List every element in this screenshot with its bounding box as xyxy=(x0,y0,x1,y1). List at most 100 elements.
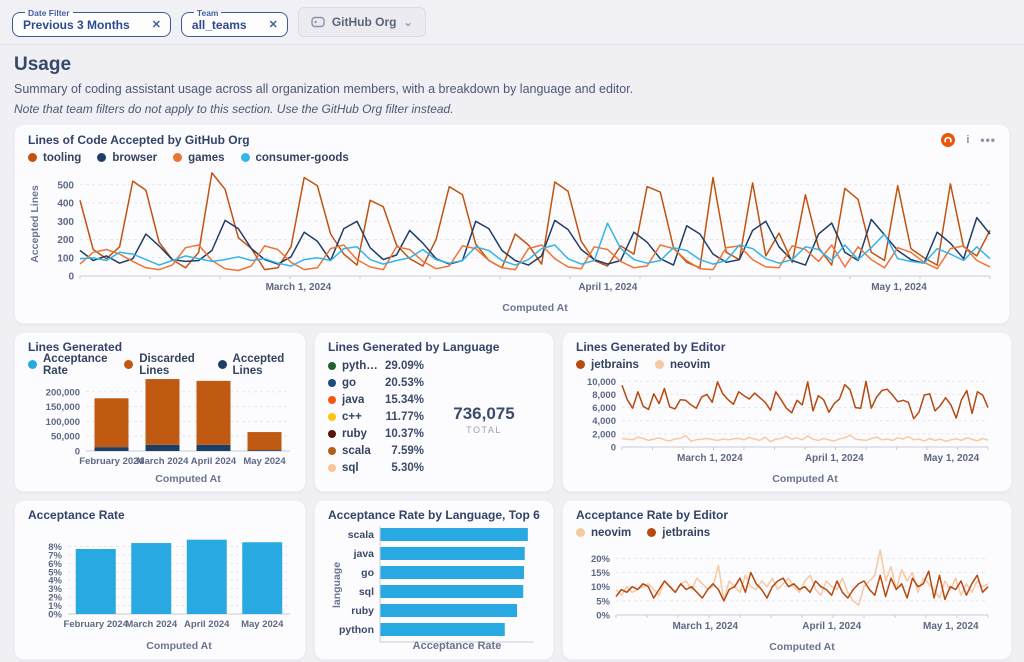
chart-title: Lines Generated by Editor xyxy=(576,341,725,354)
legend-item-browser[interactable]: browser xyxy=(97,152,157,164)
legend-dot-icon xyxy=(328,413,336,421)
legend-item-java[interactable]: java 15.34% xyxy=(328,392,424,409)
team-filter-value[interactable]: all_teams xyxy=(192,18,247,32)
bar-segment-Discarded Lines[interactable] xyxy=(146,379,180,445)
legend-label: java xyxy=(342,394,364,406)
bar-segment-Acceptance Rate[interactable] xyxy=(76,549,116,614)
bar-segment-Accepted Lines[interactable] xyxy=(95,447,129,451)
org-line-chart[interactable]: 0100200300400500Computed AtAccepted Line… xyxy=(28,164,998,314)
card-acceptance-rate: Acceptance Rate 0%1%2%3%4%5%6%7%8%Comput… xyxy=(14,500,306,660)
language-donut-chart[interactable]: 736,075TOTAL xyxy=(424,357,544,477)
bar-segment-Discarded Lines[interactable] xyxy=(248,432,282,450)
category-label: python xyxy=(339,624,374,636)
bar-sql[interactable] xyxy=(380,585,523,598)
series-line-browser[interactable] xyxy=(80,218,990,266)
legend-label: tooling xyxy=(43,152,81,164)
legend-item-go[interactable]: go20.53% xyxy=(328,375,424,392)
category-label: sql xyxy=(359,586,374,598)
legend-item-cpp[interactable]: c++11.77% xyxy=(328,409,424,426)
x-tick-label: April 1, 2024 xyxy=(805,453,864,464)
y-tick-label: 50,000 xyxy=(51,432,80,443)
x-tick-label: May 1, 2024 xyxy=(923,621,979,632)
legend-value: 10.37% xyxy=(385,428,424,440)
date-filter-value[interactable]: Previous 3 Months xyxy=(23,18,130,32)
legend-item-neovim[interactable]: neovim xyxy=(655,359,710,371)
legend-dot-icon xyxy=(241,153,250,162)
bar-segment-Acceptance Rate[interactable] xyxy=(242,542,282,614)
legend-item-ruby[interactable]: ruby10.37% xyxy=(328,426,424,443)
y-tick-label: 10,000 xyxy=(587,377,616,388)
legend-item-python[interactable]: python29.09% xyxy=(328,358,424,375)
category-label: java xyxy=(353,548,375,560)
legend-item-jetbrains[interactable]: jetbrains xyxy=(576,359,639,371)
bar-segment-Accepted Lines[interactable] xyxy=(248,450,282,451)
series-line-neovim[interactable] xyxy=(622,435,988,442)
info-icon[interactable]: i xyxy=(966,134,969,146)
bar-segment-Discarded Lines[interactable] xyxy=(197,381,231,445)
bar-segment-Acceptance Rate[interactable] xyxy=(131,543,171,614)
y-tick-label: 10% xyxy=(591,582,611,593)
chart-title: Acceptance Rate xyxy=(28,509,125,522)
x-tick-label: March 2024 xyxy=(125,619,177,630)
category-label: scala xyxy=(348,529,374,541)
legend-item-tooling[interactable]: tooling xyxy=(28,152,81,164)
bar-ruby[interactable] xyxy=(380,604,517,617)
bar-go[interactable] xyxy=(380,566,524,579)
chart-legend: tooling browser games consumer-goods xyxy=(28,151,996,164)
alert-indicator-icon xyxy=(941,133,955,147)
x-axis-title: Computed At xyxy=(155,473,221,485)
legend-dot-icon xyxy=(97,153,106,162)
ellipsis-menu-icon[interactable]: ••• xyxy=(980,133,996,147)
legend-label: neovim xyxy=(591,527,631,539)
legend-dot-icon xyxy=(647,528,656,537)
series-line-consumer-goods[interactable] xyxy=(80,223,990,266)
github-org-filter-button[interactable]: GitHub Org ⌄ xyxy=(298,7,426,37)
date-filter-clear-icon[interactable]: ✕ xyxy=(152,18,161,31)
bar-segment-Accepted Lines[interactable] xyxy=(197,445,231,451)
team-filter-label: Team xyxy=(194,8,222,18)
bar-segment-Discarded Lines[interactable] xyxy=(95,398,129,447)
bar-segment-Accepted Lines[interactable] xyxy=(146,445,180,451)
ar-editor-line-chart[interactable]: 0%5%10%15%20%Computed AtMarch 1, 2024Apr… xyxy=(576,539,998,653)
legend-item-sql[interactable]: sql5.30% xyxy=(328,460,424,477)
legend-dot-icon xyxy=(576,528,585,537)
team-filter-clear-icon[interactable]: ✕ xyxy=(269,18,278,31)
y-tick-label: 2,000 xyxy=(592,429,616,440)
x-tick-label: May 1, 2024 xyxy=(924,453,980,464)
legend-value: 5.30% xyxy=(391,462,424,474)
bar-segment-Acceptance Rate[interactable] xyxy=(187,540,227,614)
x-tick-label: April 1, 2024 xyxy=(802,621,861,632)
legend-value: 7.59% xyxy=(391,445,424,457)
legend-item-games[interactable]: games xyxy=(173,152,224,164)
legend-dot-icon xyxy=(328,447,336,455)
y-tick-label: 8% xyxy=(48,542,62,553)
legend-item-consumer-goods[interactable]: consumer-goods xyxy=(241,152,349,164)
legend-item-scala[interactable]: scala7.59% xyxy=(328,443,424,460)
acceptance-rate-bar-chart[interactable]: 0%1%2%3%4%5%6%7%8%Computed AtFebruary 20… xyxy=(28,526,294,652)
editor-line-chart[interactable]: 02,0004,0006,0008,00010,000Computed AtMa… xyxy=(576,371,998,485)
bar-python[interactable] xyxy=(380,623,505,636)
series-line-jetbrains[interactable] xyxy=(622,381,988,418)
team-filter[interactable]: Team all_teams ✕ xyxy=(181,8,288,37)
ar-language-hbar-chart[interactable]: scalajavagosqlrubypythonAcceptance Ratel… xyxy=(328,524,542,652)
y-axis-title: Accepted Lines xyxy=(29,185,41,263)
bar-java[interactable] xyxy=(380,547,525,560)
legend-dot-icon xyxy=(218,360,227,369)
legend-item-jetbrains[interactable]: jetbrains xyxy=(647,527,710,539)
card-lines-by-editor: Lines Generated by Editor jetbrains neov… xyxy=(562,332,1012,492)
legend-item-neovim[interactable]: neovim xyxy=(576,527,631,539)
x-tick-label: May 2024 xyxy=(243,456,286,467)
x-axis-title: Computed At xyxy=(146,640,212,652)
x-axis-title: Computed At xyxy=(502,302,568,314)
donut-legend: python29.09% go20.53% java 15.34% c++11.7… xyxy=(328,358,424,477)
legend-dot-icon xyxy=(328,464,336,472)
bar-scala[interactable] xyxy=(380,528,528,541)
y-tick-label: 0 xyxy=(611,443,616,454)
legend-label: python xyxy=(342,360,379,372)
legend-value: 15.34% xyxy=(385,394,424,406)
legend-dot-icon xyxy=(328,396,336,404)
date-filter[interactable]: Date Filter Previous 3 Months ✕ xyxy=(12,8,171,37)
y-tick-label: 500 xyxy=(57,180,74,191)
y-tick-label: 5% xyxy=(596,596,610,607)
lines-generated-bar-chart[interactable]: 050,000100,000150,000200,000Computed AtF… xyxy=(28,371,294,485)
